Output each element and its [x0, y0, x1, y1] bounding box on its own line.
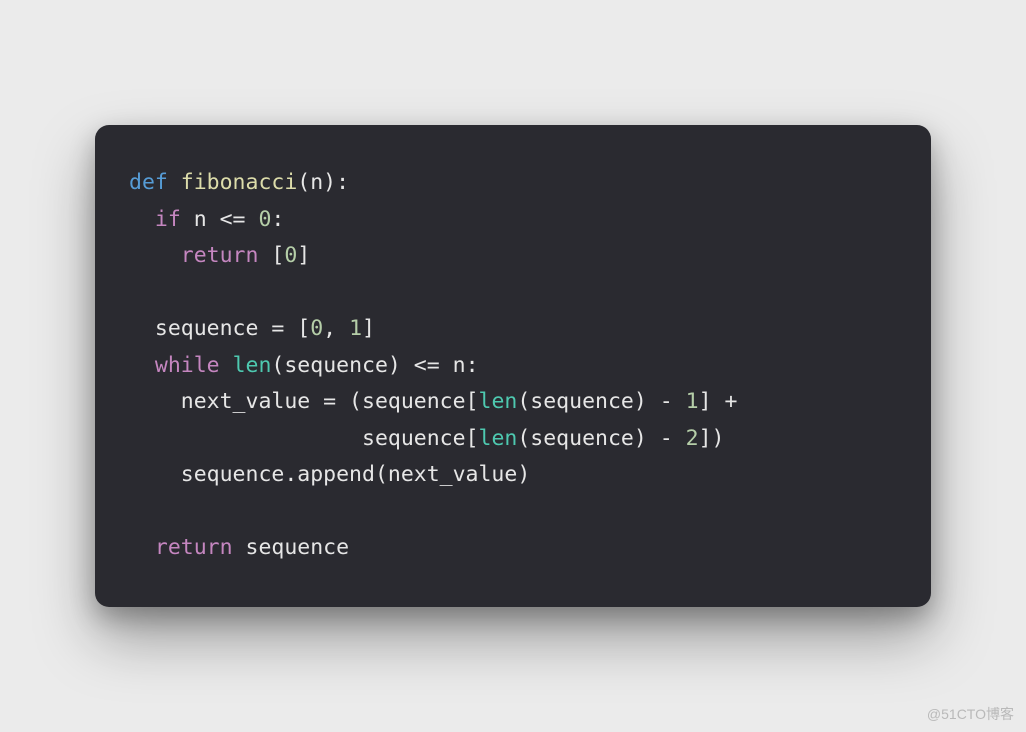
code-token [129, 243, 181, 268]
code-token: [ [258, 243, 284, 268]
code-token: (sequence) - [517, 426, 685, 451]
code-token: ] [297, 243, 310, 268]
code-token: 1 [349, 316, 362, 341]
code-token: len [233, 353, 272, 378]
code-token: (sequence) <= n: [271, 353, 478, 378]
code-token: ]) [699, 426, 725, 451]
code-token [220, 353, 233, 378]
code-token: next_value = (sequence[ [129, 389, 479, 414]
code-token: 0 [258, 207, 271, 232]
code-token: 0 [310, 316, 323, 341]
code-token [129, 353, 155, 378]
code-token: (n): [297, 170, 349, 195]
code-card: def fibonacci(n): if n <= 0: return [0 ] … [95, 125, 931, 607]
code-token: sequence = [ [129, 316, 310, 341]
code-block: def fibonacci(n): if n <= 0: return [0 ] … [129, 165, 897, 567]
code-token: len [479, 426, 518, 451]
code-token: len [479, 389, 518, 414]
code-token: sequence [233, 535, 350, 560]
code-token: return [155, 535, 233, 560]
code-token: , [323, 316, 349, 341]
code-token: sequence.append(next_value) [129, 462, 530, 487]
watermark-text: @51CTO博客 [927, 704, 1014, 724]
code-token: (sequence) - [517, 389, 685, 414]
code-token: : [271, 207, 284, 232]
code-token: sequence[ [129, 426, 479, 451]
code-token: if [155, 207, 181, 232]
code-token: n <= [181, 207, 259, 232]
code-token: ] [362, 316, 375, 341]
code-token: 0 [284, 243, 297, 268]
code-token: 2 [686, 426, 699, 451]
code-token: fibonacci [181, 170, 298, 195]
code-token [129, 207, 155, 232]
code-token: 1 [686, 389, 699, 414]
code-token: return [181, 243, 259, 268]
code-token: while [155, 353, 220, 378]
code-token: ] + [699, 389, 738, 414]
code-token: def [129, 170, 181, 195]
code-token [129, 535, 155, 560]
